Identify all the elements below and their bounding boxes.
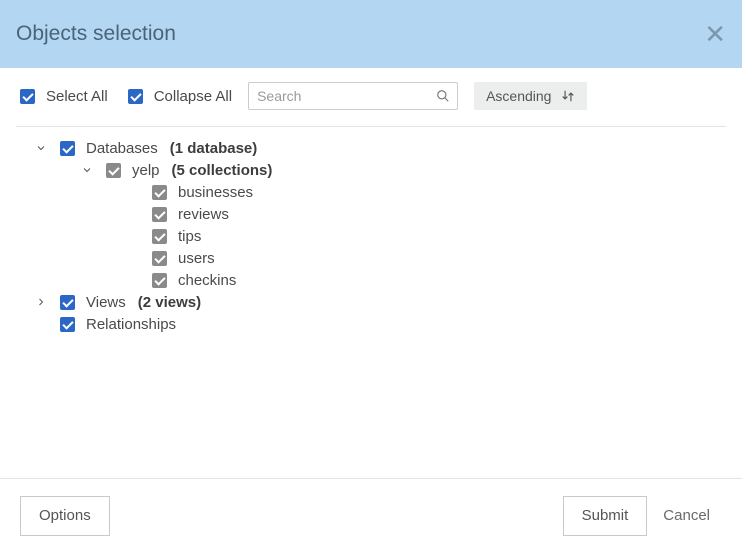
submit-button[interactable]: Submit — [563, 496, 648, 536]
tree-node-views[interactable]: Views (2 views) — [16, 291, 726, 313]
tree-node-databases[interactable]: Databases (1 database) — [16, 137, 726, 159]
tree-node-businesses[interactable]: businesses — [16, 181, 726, 203]
tree-label: Databases — [86, 140, 158, 157]
checkbox-views[interactable] — [60, 295, 75, 310]
tree-node-relationships[interactable]: Relationships — [16, 313, 726, 335]
sort-icon — [561, 89, 575, 103]
tree-label: Relationships — [86, 316, 176, 333]
close-icon[interactable]: ✕ — [704, 21, 726, 47]
select-all-checkbox[interactable]: Select All — [16, 86, 108, 107]
checkbox-users[interactable] — [152, 251, 167, 266]
footer: Options Submit Cancel — [0, 478, 742, 552]
dialog-header: Objects selection ✕ — [0, 0, 742, 68]
checkbox-checkins[interactable] — [152, 273, 167, 288]
chevron-down-icon[interactable] — [34, 141, 48, 155]
options-button[interactable]: Options — [20, 496, 110, 536]
chevron-down-icon[interactable] — [80, 163, 94, 177]
search-wrap — [248, 82, 458, 110]
sort-button[interactable]: Ascending — [474, 82, 587, 110]
collapse-all-checkbox[interactable]: Collapse All — [124, 86, 232, 107]
collapse-all-label: Collapse All — [154, 88, 232, 105]
tree-label: users — [178, 250, 215, 267]
tree-count: (2 views) — [138, 294, 201, 311]
checkbox-reviews[interactable] — [152, 207, 167, 222]
select-all-input[interactable] — [20, 89, 35, 104]
checkbox-databases[interactable] — [60, 141, 75, 156]
chevron-right-icon[interactable] — [34, 295, 48, 309]
toolbar: Select All Collapse All Ascending — [0, 68, 742, 126]
checkbox-yelp[interactable] — [106, 163, 121, 178]
tree-count: (5 collections) — [172, 162, 273, 179]
tree-label: yelp — [132, 162, 160, 179]
search-input[interactable] — [248, 82, 458, 110]
object-tree: Databases (1 database) yelp (5 collectio… — [0, 127, 742, 335]
dialog-title: Objects selection — [16, 22, 176, 46]
tree-label: Views — [86, 294, 126, 311]
tree-node-tips[interactable]: tips — [16, 225, 726, 247]
cancel-button[interactable]: Cancel — [651, 496, 722, 536]
search-icon — [436, 89, 450, 103]
tree-node-users[interactable]: users — [16, 247, 726, 269]
collapse-all-input[interactable] — [128, 89, 143, 104]
tree-node-yelp[interactable]: yelp (5 collections) — [16, 159, 726, 181]
checkbox-tips[interactable] — [152, 229, 167, 244]
tree-label: tips — [178, 228, 201, 245]
sort-label: Ascending — [486, 88, 551, 104]
tree-count: (1 database) — [170, 140, 258, 157]
checkbox-relationships[interactable] — [60, 317, 75, 332]
tree-label: reviews — [178, 206, 229, 223]
select-all-label: Select All — [46, 88, 108, 105]
checkbox-businesses[interactable] — [152, 185, 167, 200]
tree-node-reviews[interactable]: reviews — [16, 203, 726, 225]
tree-label: businesses — [178, 184, 253, 201]
tree-node-checkins[interactable]: checkins — [16, 269, 726, 291]
tree-label: checkins — [178, 272, 236, 289]
